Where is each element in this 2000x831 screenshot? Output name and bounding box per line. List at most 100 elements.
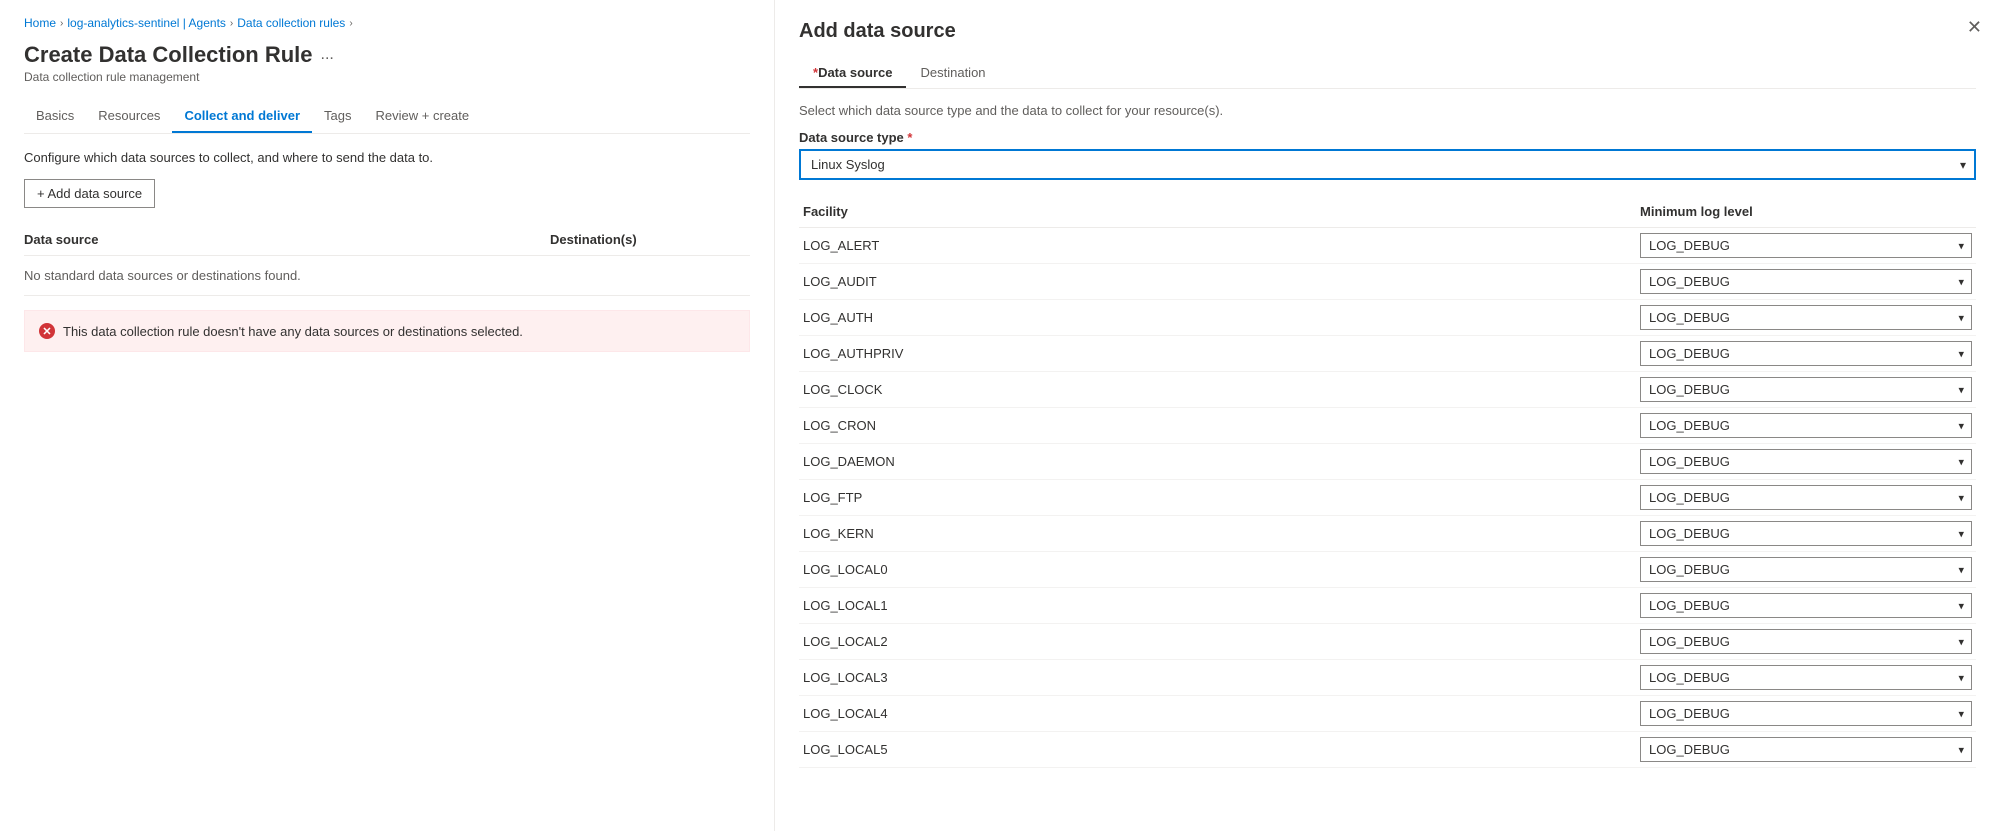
- facility-level-select-log_local5[interactable]: LOG_DEBUGLOG_INFOLOG_NOTICELOG_WARNINGLO…: [1640, 737, 1972, 762]
- tab-review-create[interactable]: Review + create: [364, 100, 482, 133]
- facility-name: LOG_KERN: [799, 516, 1636, 552]
- facility-name: LOG_LOCAL5: [799, 732, 1636, 768]
- page-subtitle: Data collection rule management: [24, 70, 750, 84]
- left-tabs: Basics Resources Collect and deliver Tag…: [24, 100, 750, 134]
- col-header-destinations: Destination(s): [550, 232, 750, 247]
- facility-level-select-log_ftp[interactable]: LOG_DEBUGLOG_INFOLOG_NOTICELOG_WARNINGLO…: [1640, 485, 1972, 510]
- facility-name: LOG_DAEMON: [799, 444, 1636, 480]
- facility-row: LOG_CRONLOG_DEBUGLOG_INFOLOG_NOTICELOG_W…: [799, 408, 1976, 444]
- facility-name: LOG_LOCAL0: [799, 552, 1636, 588]
- facility-row: LOG_CLOCKLOG_DEBUGLOG_INFOLOG_NOTICELOG_…: [799, 372, 1976, 408]
- facility-level-select-log_clock[interactable]: LOG_DEBUGLOG_INFOLOG_NOTICELOG_WARNINGLO…: [1640, 377, 1972, 402]
- facility-level-select-wrapper: LOG_DEBUGLOG_INFOLOG_NOTICELOG_WARNINGLO…: [1636, 444, 1976, 480]
- facility-row: LOG_AUTHPRIVLOG_DEBUGLOG_INFOLOG_NOTICEL…: [799, 336, 1976, 372]
- facility-row: LOG_DAEMONLOG_DEBUGLOG_INFOLOG_NOTICELOG…: [799, 444, 1976, 480]
- facility-row: LOG_LOCAL0LOG_DEBUGLOG_INFOLOG_NOTICELOG…: [799, 552, 1976, 588]
- facility-level-select-wrapper: LOG_DEBUGLOG_INFOLOG_NOTICELOG_WARNINGLO…: [1636, 516, 1976, 552]
- error-message: This data collection rule doesn't have a…: [63, 324, 523, 339]
- breadcrumb-home[interactable]: Home: [24, 16, 56, 30]
- facility-level-select-wrapper: LOG_DEBUGLOG_INFOLOG_NOTICELOG_WARNINGLO…: [1636, 336, 1976, 372]
- min-log-level-col-header: Minimum log level: [1636, 196, 1976, 228]
- modal-tab-datasource[interactable]: *Data source: [799, 59, 906, 88]
- facility-level-select-wrapper: LOG_DEBUGLOG_INFOLOG_NOTICELOG_WARNINGLO…: [1636, 408, 1976, 444]
- facility-name: LOG_LOCAL4: [799, 696, 1636, 732]
- tab-tags[interactable]: Tags: [312, 100, 363, 133]
- facility-level-select-log_cron[interactable]: LOG_DEBUGLOG_INFOLOG_NOTICELOG_WARNINGLO…: [1640, 413, 1972, 438]
- col-header-datasource: Data source: [24, 232, 550, 247]
- breadcrumb-dcr[interactable]: Data collection rules: [237, 16, 345, 30]
- error-icon: ✕: [39, 323, 55, 339]
- modal-tab-destination[interactable]: Destination: [906, 59, 999, 88]
- breadcrumb-sep-3: ›: [349, 18, 352, 29]
- facility-row: LOG_LOCAL5LOG_DEBUGLOG_INFOLOG_NOTICELOG…: [799, 732, 1976, 768]
- tab-basics[interactable]: Basics: [24, 100, 86, 133]
- datasource-type-select[interactable]: Linux Syslog Windows Event Logs Performa…: [799, 149, 1976, 180]
- facility-row: LOG_LOCAL4LOG_DEBUGLOG_INFOLOG_NOTICELOG…: [799, 696, 1976, 732]
- facility-row: LOG_LOCAL2LOG_DEBUGLOG_INFOLOG_NOTICELOG…: [799, 624, 1976, 660]
- facility-level-select-wrapper: LOG_DEBUGLOG_INFOLOG_NOTICELOG_WARNINGLO…: [1636, 552, 1976, 588]
- facility-level-select-wrapper: LOG_DEBUGLOG_INFOLOG_NOTICELOG_WARNINGLO…: [1636, 480, 1976, 516]
- facility-level-select-log_kern[interactable]: LOG_DEBUGLOG_INFOLOG_NOTICELOG_WARNINGLO…: [1640, 521, 1972, 546]
- breadcrumb-agents[interactable]: log-analytics-sentinel | Agents: [67, 16, 226, 30]
- facility-level-select-log_auth[interactable]: LOG_DEBUGLOG_INFOLOG_NOTICELOG_WARNINGLO…: [1640, 305, 1972, 330]
- facility-name: LOG_CLOCK: [799, 372, 1636, 408]
- facility-level-select-wrapper: LOG_DEBUGLOG_INFOLOG_NOTICELOG_WARNINGLO…: [1636, 264, 1976, 300]
- facility-level-select-wrapper: LOG_DEBUGLOG_INFOLOG_NOTICELOG_WARNINGLO…: [1636, 660, 1976, 696]
- datasource-table-header: Data source Destination(s): [24, 224, 750, 256]
- facility-level-select-log_alert[interactable]: LOG_DEBUGLOG_INFOLOG_NOTICELOG_WARNINGLO…: [1640, 233, 1972, 258]
- facility-level-select-log_local4[interactable]: LOG_DEBUGLOG_INFOLOG_NOTICELOG_WARNINGLO…: [1640, 701, 1972, 726]
- datasource-type-select-wrapper: Linux Syslog Windows Event Logs Performa…: [799, 149, 1976, 180]
- facility-name: LOG_FTP: [799, 480, 1636, 516]
- page-title: Create Data Collection Rule: [24, 42, 313, 68]
- facility-level-select-log_authpriv[interactable]: LOG_DEBUGLOG_INFOLOG_NOTICELOG_WARNINGLO…: [1640, 341, 1972, 366]
- facility-name: LOG_AUTHPRIV: [799, 336, 1636, 372]
- facility-level-select-log_local0[interactable]: LOG_DEBUGLOG_INFOLOG_NOTICELOG_WARNINGLO…: [1640, 557, 1972, 582]
- facility-level-select-wrapper: LOG_DEBUGLOG_INFOLOG_NOTICELOG_WARNINGLO…: [1636, 696, 1976, 732]
- facility-row: LOG_LOCAL3LOG_DEBUGLOG_INFOLOG_NOTICELOG…: [799, 660, 1976, 696]
- facility-level-select-log_local1[interactable]: LOG_DEBUGLOG_INFOLOG_NOTICELOG_WARNINGLO…: [1640, 593, 1972, 618]
- facility-row: LOG_AUTHLOG_DEBUGLOG_INFOLOG_NOTICELOG_W…: [799, 300, 1976, 336]
- facility-level-select-wrapper: LOG_DEBUGLOG_INFOLOG_NOTICELOG_WARNINGLO…: [1636, 228, 1976, 264]
- facility-level-select-wrapper: LOG_DEBUGLOG_INFOLOG_NOTICELOG_WARNINGLO…: [1636, 732, 1976, 768]
- facility-level-select-wrapper: LOG_DEBUGLOG_INFOLOG_NOTICELOG_WARNINGLO…: [1636, 300, 1976, 336]
- facility-name: LOG_AUTH: [799, 300, 1636, 336]
- facility-col-header: Facility: [799, 196, 1636, 228]
- breadcrumb: Home › log-analytics-sentinel | Agents ›…: [24, 16, 750, 30]
- facility-name: LOG_CRON: [799, 408, 1636, 444]
- facility-table: Facility Minimum log level LOG_ALERTLOG_…: [799, 196, 1976, 768]
- facility-row: LOG_LOCAL1LOG_DEBUGLOG_INFOLOG_NOTICELOG…: [799, 588, 1976, 624]
- facility-level-select-log_local2[interactable]: LOG_DEBUGLOG_INFOLOG_NOTICELOG_WARNINGLO…: [1640, 629, 1972, 654]
- page-title-more[interactable]: ...: [321, 46, 334, 64]
- left-panel: Home › log-analytics-sentinel | Agents ›…: [0, 0, 775, 831]
- facility-level-select-wrapper: LOG_DEBUGLOG_INFOLOG_NOTICELOG_WARNINGLO…: [1636, 372, 1976, 408]
- facility-level-select-wrapper: LOG_DEBUGLOG_INFOLOG_NOTICELOG_WARNINGLO…: [1636, 588, 1976, 624]
- facility-row: LOG_FTPLOG_DEBUGLOG_INFOLOG_NOTICELOG_WA…: [799, 480, 1976, 516]
- breadcrumb-sep-1: ›: [60, 18, 63, 29]
- facility-level-select-log_daemon[interactable]: LOG_DEBUGLOG_INFOLOG_NOTICELOG_WARNINGLO…: [1640, 449, 1972, 474]
- breadcrumb-sep-2: ›: [230, 18, 233, 29]
- close-modal-button[interactable]: ✕: [1967, 18, 1982, 36]
- facility-name: LOG_ALERT: [799, 228, 1636, 264]
- add-datasource-modal: ✕ Add data source *Data source Destinati…: [775, 0, 2000, 831]
- facility-name: LOG_AUDIT: [799, 264, 1636, 300]
- modal-tabs: *Data source Destination: [799, 59, 1976, 89]
- facility-row: LOG_KERNLOG_DEBUGLOG_INFOLOG_NOTICELOG_W…: [799, 516, 1976, 552]
- facility-row: LOG_ALERTLOG_DEBUGLOG_INFOLOG_NOTICELOG_…: [799, 228, 1976, 264]
- datasource-type-required-star: *: [907, 130, 912, 145]
- tab-resources[interactable]: Resources: [86, 100, 172, 133]
- datasource-type-label: Data source type *: [799, 130, 1976, 145]
- facility-level-select-log_audit[interactable]: LOG_DEBUGLOG_INFOLOG_NOTICELOG_WARNINGLO…: [1640, 269, 1972, 294]
- facility-name: LOG_LOCAL2: [799, 624, 1636, 660]
- configure-text: Configure which data sources to collect,…: [24, 150, 750, 165]
- table-empty-message: No standard data sources or destinations…: [24, 256, 750, 296]
- add-data-source-button[interactable]: + Add data source: [24, 179, 155, 208]
- error-box: ✕ This data collection rule doesn't have…: [24, 310, 750, 352]
- modal-title: Add data source: [799, 20, 1976, 43]
- facility-name: LOG_LOCAL3: [799, 660, 1636, 696]
- modal-description: Select which data source type and the da…: [799, 103, 1976, 118]
- facility-row: LOG_AUDITLOG_DEBUGLOG_INFOLOG_NOTICELOG_…: [799, 264, 1976, 300]
- facility-level-select-log_local3[interactable]: LOG_DEBUGLOG_INFOLOG_NOTICELOG_WARNINGLO…: [1640, 665, 1972, 690]
- facility-level-select-wrapper: LOG_DEBUGLOG_INFOLOG_NOTICELOG_WARNINGLO…: [1636, 624, 1976, 660]
- facility-name: LOG_LOCAL1: [799, 588, 1636, 624]
- tab-collect-deliver[interactable]: Collect and deliver: [172, 100, 312, 133]
